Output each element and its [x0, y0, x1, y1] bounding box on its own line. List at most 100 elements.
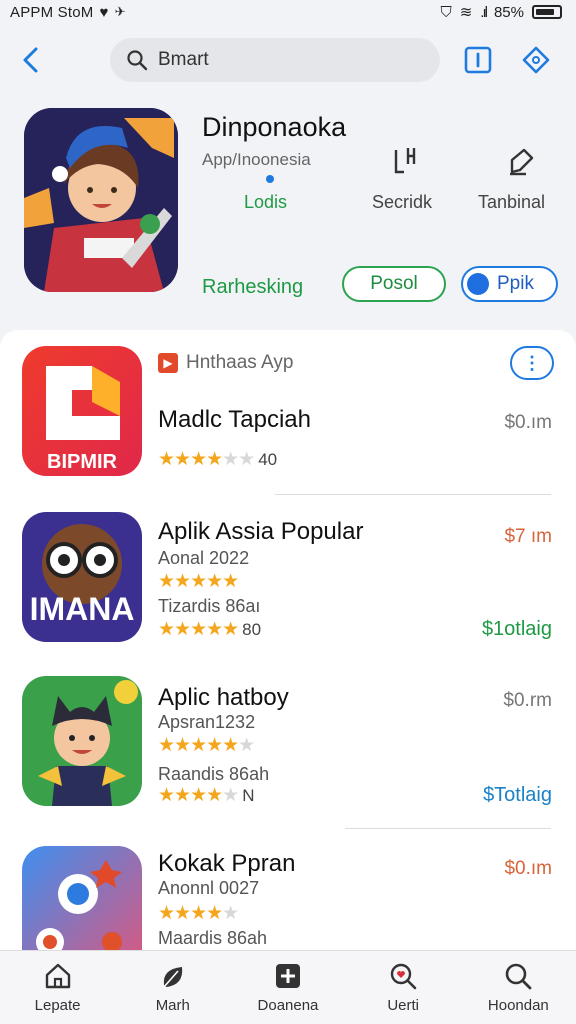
diamond-share-icon — [522, 46, 550, 74]
section-tag-label: Hnthaas Ayp — [186, 352, 294, 373]
app-developer: Aonal 2022 — [158, 548, 250, 568]
blue-action-button[interactable]: Ppik — [461, 266, 558, 302]
character-illustration — [24, 108, 178, 292]
app-name: Kokak Ppran — [158, 850, 296, 877]
battery-icon — [532, 5, 562, 19]
info-square-icon — [464, 46, 492, 74]
toggle-dot-icon — [467, 273, 489, 295]
stat-label-1: Lodis — [244, 192, 288, 212]
featured-app-icon[interactable] — [24, 108, 178, 292]
bottom-nav: Lepate Marh Doanena Uerti Hoondan — [0, 950, 576, 1024]
logo-text: IMANA — [30, 591, 135, 627]
rating-stars-secondary: ★★★★★ 80 — [158, 619, 262, 640]
section-tag: ▶ Hnthaas Ayp — [158, 352, 293, 374]
bracket-icon — [394, 148, 416, 174]
rating-count: 80 — [242, 620, 262, 639]
tab-uerti[interactable]: Uerti — [348, 961, 458, 1014]
rating-count: 40 — [258, 450, 278, 469]
app-developer: Anonnl 0027 — [158, 878, 260, 898]
top-bar: Bmart — [0, 36, 576, 84]
app-icon: IMANA — [22, 512, 142, 642]
app-status[interactable]: $Totlaig — [483, 784, 552, 807]
tab-label: Hoondan — [487, 997, 549, 1014]
rating-stars-secondary: ★★★★★ N — [158, 785, 255, 806]
featured-app-subtitle: App/Inoonesia — [202, 150, 311, 169]
shield-icon: ⛉ — [440, 3, 452, 21]
info-button[interactable] — [460, 42, 496, 78]
rating-stars: ★★★★★ — [158, 571, 239, 592]
wifi-icon: ≋ — [459, 4, 473, 21]
rating-stars: ★★★★★★ — [158, 735, 255, 756]
search-heart-icon — [390, 963, 417, 990]
list-item[interactable]: Aplic hatboy Apsran1232 ★★★★★★ Raandis 8… — [0, 670, 576, 840]
tab-lepate[interactable]: Lepate — [3, 961, 113, 1014]
app-name: Aplik Assia Popular — [158, 518, 364, 545]
app-icon: BIPMIR — [22, 346, 142, 476]
leaf-icon — [163, 967, 182, 988]
app-name: Madlc Tapciah — [158, 406, 311, 433]
tab-label: Lepate — [34, 997, 81, 1014]
tab-marh[interactable]: Marh — [118, 961, 228, 1014]
tab-doanena[interactable]: Doanena — [233, 961, 343, 1014]
tab-label: Uerti — [387, 997, 419, 1014]
list-item[interactable]: IMANA Aplik Assia Popular Aonal 2022 ★★★… — [0, 500, 576, 670]
ellipsis-icon: ⋮ — [523, 352, 541, 373]
app-category: Raandis 86ah — [158, 764, 270, 784]
featured-app: Dinponaoka App/Inoonesia Lodis Secridk T… — [0, 108, 576, 318]
app-list: BIPMIR ▶ Hnthaas Ayp ⋮ Madlc Tapciah ★★★… — [0, 330, 576, 950]
map-illustration — [22, 846, 142, 950]
battery-percent: 85% — [493, 3, 524, 21]
tab-label: Doanena — [257, 997, 319, 1014]
app-name: Aplic hatboy — [158, 684, 289, 711]
search-icon — [127, 50, 148, 71]
rating-stars: ★★★★★★ 40 — [158, 449, 278, 470]
app-category: Tizardis 86aı — [158, 596, 261, 616]
app-price: $0.rm — [503, 690, 552, 711]
rating-stars: ★★★★★ — [158, 903, 239, 924]
share-button[interactable] — [518, 42, 554, 78]
arrow-icon: ✈ — [114, 4, 126, 19]
search-icon — [506, 963, 532, 990]
status-right: ⛉ ≋ .ıl 85% — [440, 3, 562, 21]
search-input[interactable]: Bmart — [110, 38, 440, 82]
app-price: $0.ım — [504, 858, 552, 879]
logo-text: BIPMIR — [47, 451, 118, 473]
divider — [275, 494, 551, 495]
app-developer: Apsran1232 — [158, 712, 256, 732]
stat-label-3: Tanbinal — [478, 192, 546, 212]
app-category: Maardis 86ah — [158, 928, 268, 948]
chevron-left-icon — [23, 47, 38, 73]
app-price: $0.ım — [504, 412, 552, 433]
featured-app-title: Dinponaoka — [202, 112, 347, 142]
dot-icon — [266, 175, 274, 183]
search-value: Bmart — [158, 49, 209, 70]
tab-label: Marh — [155, 997, 190, 1014]
app-status[interactable]: $1otlaig — [482, 618, 552, 641]
signal-icon: .ıl — [480, 3, 488, 21]
tab-hoondan[interactable]: Hoondan — [463, 961, 573, 1014]
rating-count: N — [242, 786, 255, 805]
blue-button-label: Ppik — [497, 273, 534, 294]
list-item[interactable]: Kokak Ppran Anonnl 0027 ★★★★★ Maardis 86… — [0, 840, 576, 950]
plus-square-icon — [275, 964, 300, 988]
back-button[interactable] — [16, 44, 44, 76]
owl-illustration: IMANA — [22, 512, 142, 642]
boy-illustration — [22, 676, 142, 806]
app-icon — [22, 846, 142, 950]
list-item[interactable]: BIPMIR ▶ Hnthaas Ayp ⋮ Madlc Tapciah ★★★… — [0, 330, 576, 500]
stat-label-2: Secridk — [372, 192, 433, 212]
status-left: APPM StoM ♥ ✈ — [10, 4, 126, 21]
play-tag-icon: ▶ — [158, 353, 178, 373]
app-icon — [22, 676, 142, 806]
divider — [345, 828, 551, 829]
green-action-button[interactable]: Posol — [342, 266, 446, 302]
edit-icon — [510, 148, 534, 176]
heart-icon: ♥ — [99, 3, 109, 21]
carrier-label: APPM StoM — [10, 3, 94, 21]
rank-label: Rarhesking — [202, 276, 304, 298]
status-bar: APPM StoM ♥ ✈ ⛉ ≋ .ıl 85% — [0, 0, 576, 24]
logo-illustration: BIPMIR — [22, 346, 142, 476]
more-button[interactable]: ⋮ — [510, 346, 554, 380]
home-icon — [45, 963, 70, 989]
app-price: $7 ım — [504, 526, 552, 547]
